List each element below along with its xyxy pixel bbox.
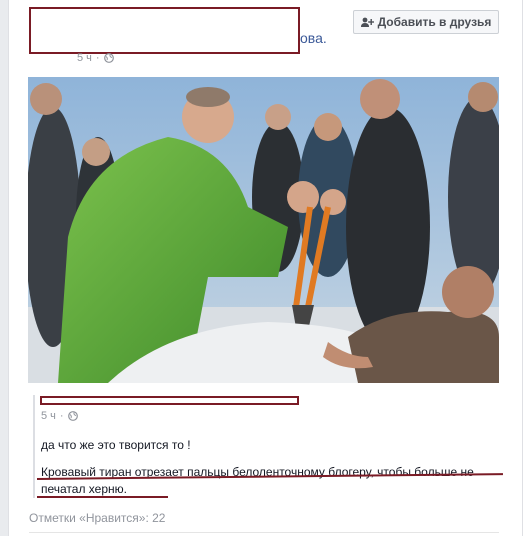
globe-icon[interactable] [103,53,114,63]
shared-author-redaction [40,396,299,405]
meta-separator: · [95,52,100,64]
shared-post-timestamp: 5 ч · [41,410,78,422]
page-background [0,0,8,536]
author-name-tail[interactable]: ова. [300,30,327,46]
shared-post-time[interactable]: 5 ч [41,410,56,422]
add-friend-label: Добавить в друзья [377,15,492,29]
shared-post-text: да что же это творится то ! [41,438,191,452]
caption-underline [37,496,168,498]
post-card: ова. 5 ч · Добавить в друзья 5 ч · да чт… [8,0,523,536]
divider [29,532,499,533]
add-friend-button[interactable]: Добавить в друзья [353,10,499,34]
globe-icon[interactable] [67,411,78,421]
post-photo[interactable] [28,77,499,383]
likes-count-link[interactable]: Отметки «Нравится»: 22 [29,511,165,525]
shared-post-border [33,395,35,498]
post-time[interactable]: 5 ч [77,52,92,64]
add-friend-icon [360,17,374,27]
shared-post-caption: Кровавый тиран отрезает пальцы белоленто… [41,465,474,496]
post-timestamp: 5 ч · [77,52,114,64]
author-name-redaction [29,7,300,54]
shared-meta-separator: · [59,410,64,422]
